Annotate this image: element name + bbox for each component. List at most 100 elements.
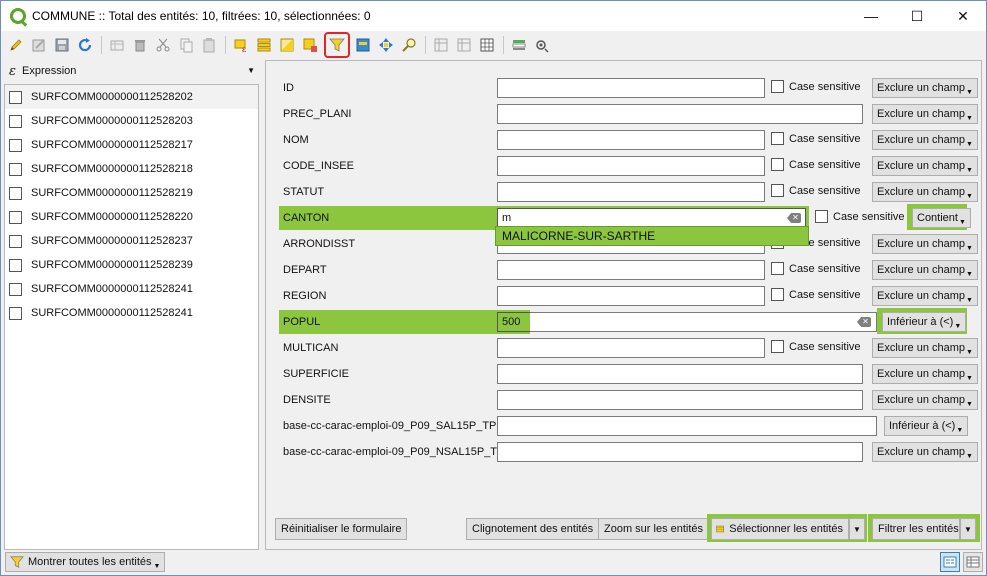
operator-button[interactable]: Inférieur à (<) ▼ xyxy=(882,312,967,332)
exclude-field-button[interactable]: Exclure un champ ▼ xyxy=(872,104,978,124)
paste-icon[interactable] xyxy=(198,34,220,56)
list-item-checkbox[interactable] xyxy=(9,234,22,248)
case-sensitive-checkbox[interactable] xyxy=(771,340,784,353)
move-selection-top-icon[interactable] xyxy=(352,34,374,56)
case-sensitive-checkbox[interactable] xyxy=(771,184,784,197)
exclude-field-button[interactable]: Exclure un champ ▼ xyxy=(872,442,978,462)
list-item[interactable]: SURFCOMM0000000112528241 xyxy=(5,277,258,301)
case-sensitive-option[interactable]: Case sensitive xyxy=(771,184,861,197)
case-sensitive-checkbox[interactable] xyxy=(771,80,784,93)
zoom-to-selection-icon[interactable] xyxy=(398,34,420,56)
field-input[interactable] xyxy=(497,364,863,384)
list-item-checkbox[interactable] xyxy=(9,306,22,320)
list-item[interactable]: SURFCOMM0000000112528202 xyxy=(5,85,258,109)
show-all-features-button[interactable]: Montrer toutes les entités ▼ xyxy=(5,552,166,572)
list-item[interactable]: SURFCOMM0000000112528237 xyxy=(5,229,258,253)
case-sensitive-option[interactable]: Case sensitive xyxy=(771,132,861,145)
conditional-format-icon[interactable] xyxy=(508,34,530,56)
table-view-button[interactable] xyxy=(963,552,983,572)
list-item-checkbox[interactable] xyxy=(9,162,22,176)
list-item[interactable]: SURFCOMM0000000112528218 xyxy=(5,157,258,181)
deselect-icon[interactable] xyxy=(299,34,321,56)
list-item-checkbox[interactable] xyxy=(9,90,22,104)
add-feature-icon[interactable] xyxy=(106,34,128,56)
delete-field-icon[interactable] xyxy=(453,34,475,56)
case-sensitive-option[interactable]: Case sensitive xyxy=(815,210,905,223)
select-all-icon[interactable] xyxy=(253,34,275,56)
field-input[interactable] xyxy=(497,260,765,280)
exclude-field-button[interactable]: Exclure un champ ▼ xyxy=(872,390,978,410)
exclude-field-button[interactable]: Exclure un champ ▼ xyxy=(872,182,978,202)
case-sensitive-option[interactable]: Case sensitive xyxy=(771,288,861,301)
list-item-checkbox[interactable] xyxy=(9,210,22,224)
refresh-icon[interactable] xyxy=(74,34,96,56)
filter-icon[interactable] xyxy=(324,32,350,58)
zoom-features-button[interactable]: Zoom sur les entités xyxy=(598,518,710,540)
field-input[interactable] xyxy=(497,182,765,202)
copy-icon[interactable] xyxy=(175,34,197,56)
edit-multiple-icon[interactable] xyxy=(28,34,50,56)
field-input[interactable] xyxy=(497,286,765,306)
save-icon[interactable] xyxy=(51,34,73,56)
filter-dropdown-button[interactable]: ▼ xyxy=(960,518,976,540)
actions-icon[interactable] xyxy=(531,34,553,56)
list-item[interactable]: SURFCOMM0000000112528239 xyxy=(5,253,258,277)
operator-button[interactable]: Inférieur à (<) ▼ xyxy=(884,416,969,436)
exclude-field-button[interactable]: Exclure un champ ▼ xyxy=(872,234,978,254)
exclude-field-button[interactable]: Exclure un champ ▼ xyxy=(872,156,978,176)
case-sensitive-checkbox[interactable] xyxy=(771,288,784,301)
cut-icon[interactable] xyxy=(152,34,174,56)
list-item-checkbox[interactable] xyxy=(9,186,22,200)
pan-to-selection-icon[interactable] xyxy=(375,34,397,56)
invert-selection-icon[interactable] xyxy=(276,34,298,56)
field-input[interactable] xyxy=(497,78,765,98)
field-input[interactable] xyxy=(497,130,765,150)
reset-form-button[interactable]: Réinitialiser le formulaire xyxy=(275,518,408,540)
autocomplete-suggestion[interactable]: MALICORNE-SUR-SARTHE xyxy=(495,226,809,246)
field-input[interactable] xyxy=(497,104,863,124)
filter-features-button[interactable]: Filtrer les entités xyxy=(872,518,960,540)
flash-features-button[interactable]: Clignotement des entités xyxy=(466,518,600,540)
case-sensitive-checkbox[interactable] xyxy=(771,262,784,275)
case-sensitive-option[interactable]: Case sensitive xyxy=(771,262,861,275)
case-sensitive-checkbox[interactable] xyxy=(771,132,784,145)
list-item[interactable]: SURFCOMM0000000112528219 xyxy=(5,181,258,205)
list-item[interactable]: SURFCOMM0000000112528241 xyxy=(5,301,258,325)
field-input[interactable] xyxy=(497,156,765,176)
field-input[interactable] xyxy=(497,416,877,436)
close-button[interactable]: ✕ xyxy=(940,1,986,31)
list-item[interactable]: SURFCOMM0000000112528203 xyxy=(5,109,258,133)
case-sensitive-option[interactable]: Case sensitive xyxy=(771,158,861,171)
exclude-field-button[interactable]: Exclure un champ ▼ xyxy=(872,130,978,150)
case-sensitive-option[interactable]: Case sensitive xyxy=(771,340,861,353)
operator-button[interactable]: Contient ▼ xyxy=(912,208,971,228)
case-sensitive-option[interactable]: Case sensitive xyxy=(771,80,861,93)
list-item[interactable]: SURFCOMM0000000112528217 xyxy=(5,133,258,157)
field-input[interactable]: m xyxy=(497,208,806,228)
exclude-field-button[interactable]: Exclure un champ ▼ xyxy=(872,78,978,98)
field-input[interactable] xyxy=(497,338,765,358)
select-expression-icon[interactable]: ε xyxy=(230,34,252,56)
minimize-button[interactable]: — xyxy=(848,1,894,31)
list-item-checkbox[interactable] xyxy=(9,282,22,296)
list-item[interactable]: SURFCOMM0000000112528220 xyxy=(5,205,258,229)
field-input[interactable] xyxy=(497,390,863,410)
field-calculator-icon[interactable] xyxy=(476,34,498,56)
field-input[interactable] xyxy=(497,442,863,462)
exclude-field-button[interactable]: Exclure un champ ▼ xyxy=(872,260,978,280)
pencil-icon[interactable] xyxy=(5,34,27,56)
new-field-icon[interactable] xyxy=(430,34,452,56)
form-view-button[interactable] xyxy=(940,552,960,572)
maximize-button[interactable]: ☐ xyxy=(894,1,940,31)
select-features-button[interactable]: Sélectionner les entités xyxy=(711,518,849,540)
exclude-field-button[interactable]: Exclure un champ ▼ xyxy=(872,286,978,306)
list-item-checkbox[interactable] xyxy=(9,258,22,272)
delete-icon[interactable] xyxy=(129,34,151,56)
list-item-checkbox[interactable] xyxy=(9,114,22,128)
case-sensitive-checkbox[interactable] xyxy=(771,158,784,171)
list-item-checkbox[interactable] xyxy=(9,138,22,152)
select-dropdown-button[interactable]: ▼ xyxy=(849,518,865,540)
case-sensitive-checkbox[interactable] xyxy=(815,210,828,223)
exclude-field-button[interactable]: Exclure un champ ▼ xyxy=(872,364,978,384)
expression-selector[interactable]: ε Expression ▼ xyxy=(5,61,259,81)
